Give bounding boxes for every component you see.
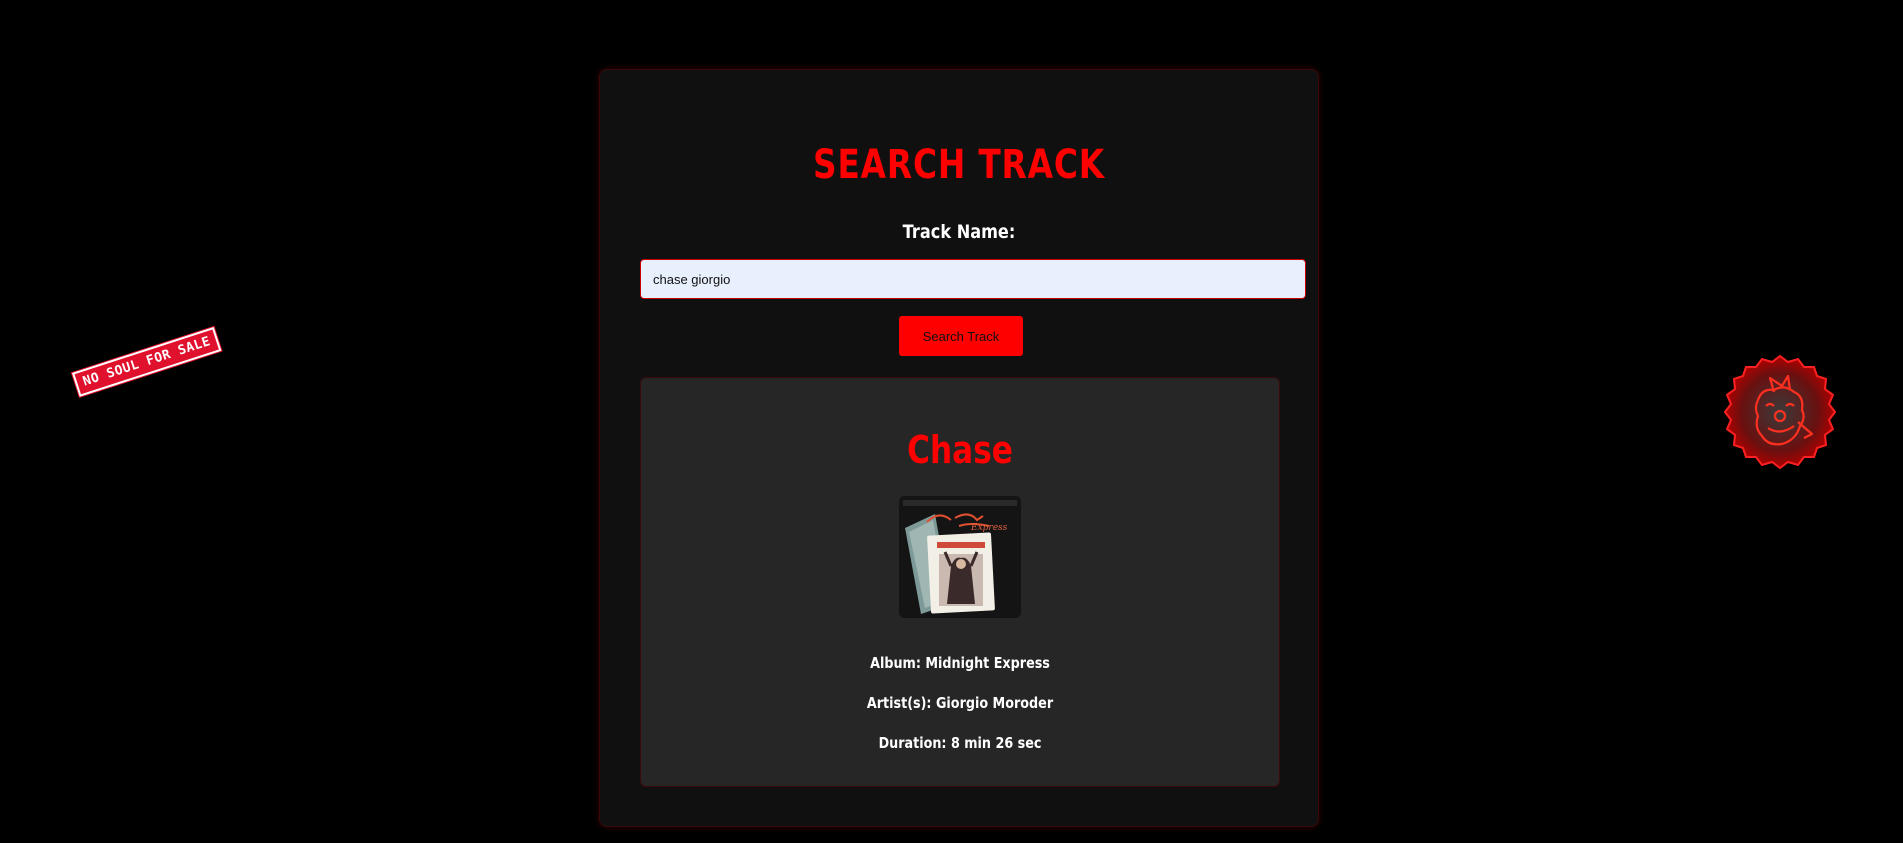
search-panel: SEARCH TRACK Track Name: Search Track Ch… xyxy=(599,69,1319,827)
page-title: SEARCH TRACK xyxy=(813,142,1105,188)
track-name-input[interactable] xyxy=(640,259,1306,299)
track-name-label: Track Name: xyxy=(902,221,1016,243)
album-cover-art: Express xyxy=(899,496,1021,618)
album-cover-image: Express xyxy=(899,496,1021,618)
page: NO SOUL FOR SALE SEARCH TRACK Track Name… xyxy=(0,0,1903,843)
artist-info: Artist(s): Giorgio Moroder xyxy=(866,694,1054,712)
svg-text:Express: Express xyxy=(970,523,1008,533)
duration-info: Duration: 8 min 26 sec xyxy=(878,734,1042,752)
album-info: Album: Midnight Express xyxy=(870,654,1050,672)
track-title: Chase xyxy=(907,428,1013,472)
sticker-text: NO SOUL FOR SALE xyxy=(81,334,213,390)
no-soul-sticker: NO SOUL FOR SALE xyxy=(72,326,222,397)
track-result-card: Chase Express Album: Midnight Express Ar… xyxy=(640,377,1280,787)
search-track-button[interactable]: Search Track xyxy=(899,316,1023,356)
clown-face-badge-icon xyxy=(1723,354,1837,470)
clown-badge-icon xyxy=(1718,352,1842,476)
